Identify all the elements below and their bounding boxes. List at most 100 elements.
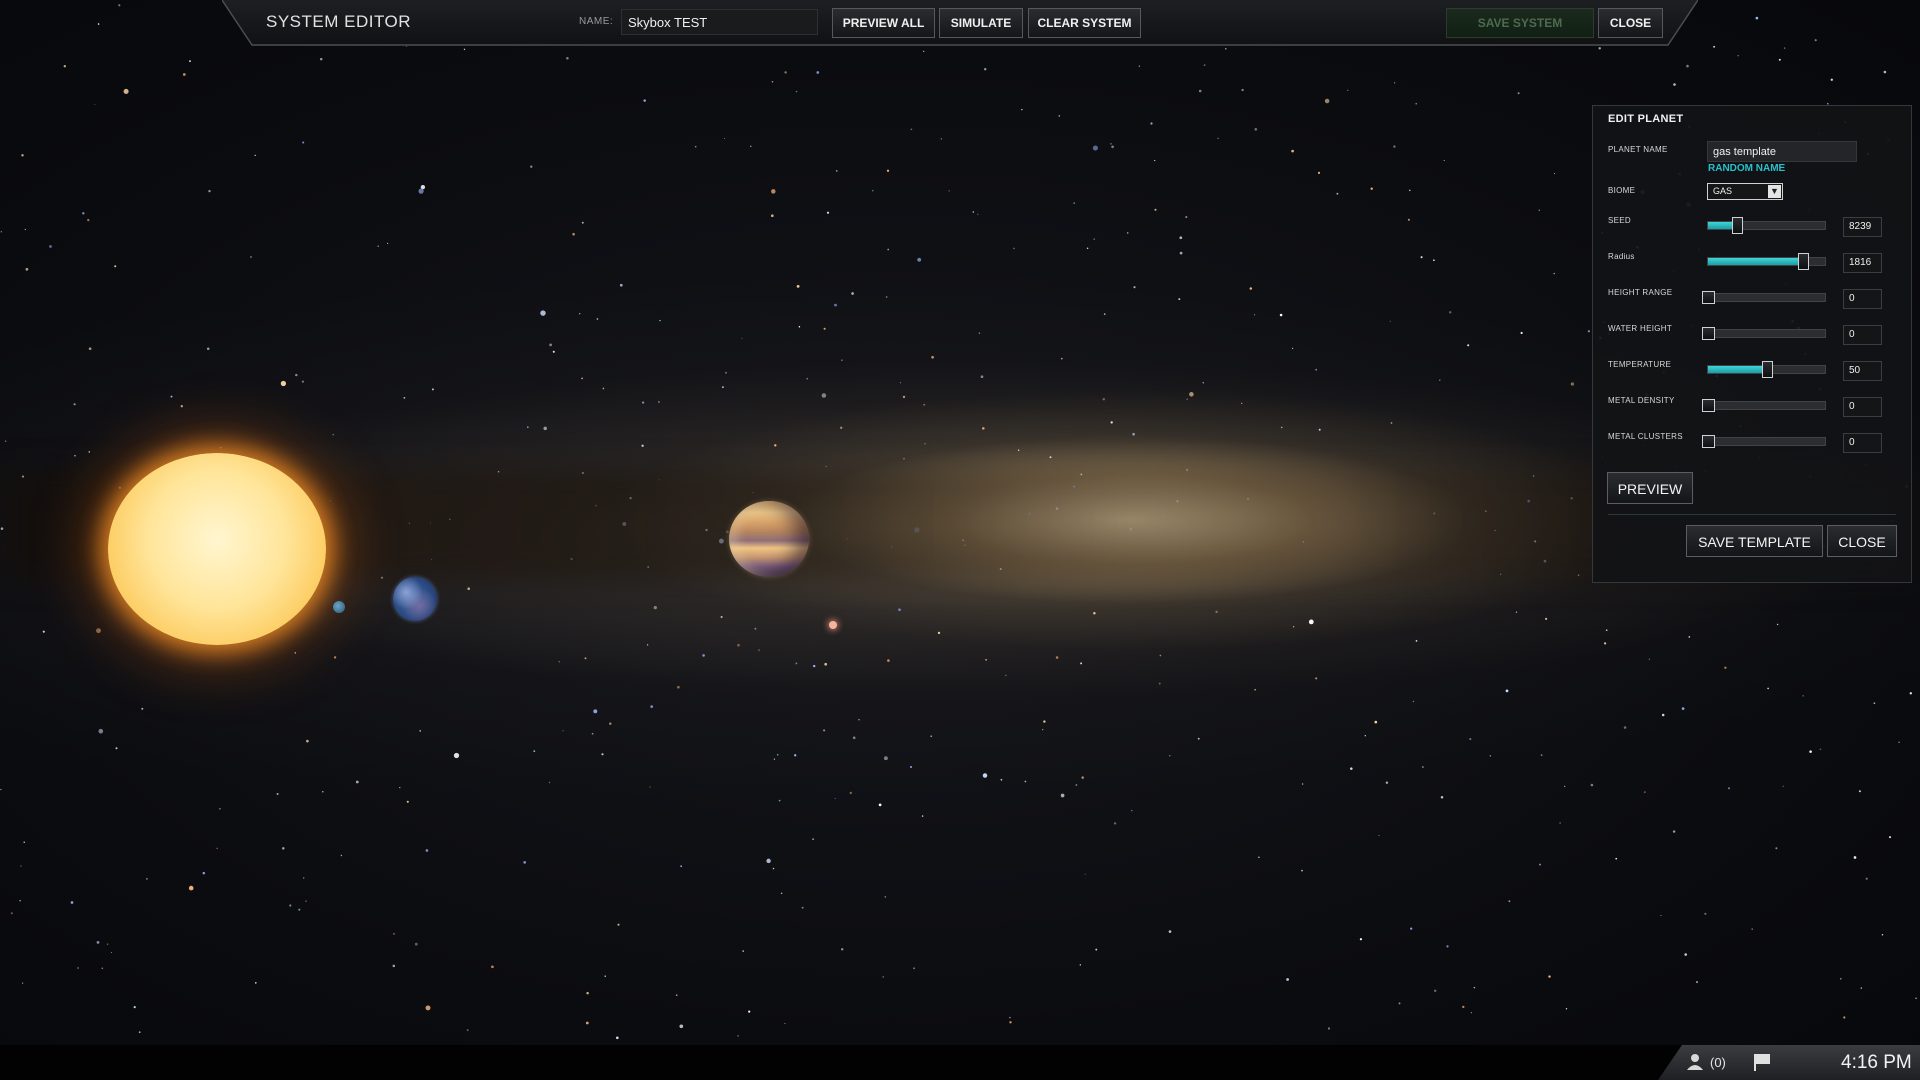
star bbox=[1113, 822, 1117, 825]
star bbox=[1643, 791, 1646, 793]
planet-name-input[interactable] bbox=[1707, 141, 1857, 162]
metal-clusters-slider-handle[interactable] bbox=[1702, 435, 1715, 448]
star bbox=[1660, 915, 1662, 917]
star bbox=[1469, 738, 1472, 741]
star bbox=[1158, 682, 1161, 685]
star bbox=[1110, 143, 1112, 145]
star bbox=[977, 213, 979, 215]
star bbox=[784, 1023, 786, 1025]
star bbox=[1179, 236, 1183, 240]
star bbox=[250, 256, 252, 258]
star bbox=[602, 387, 605, 390]
temperature-value-field[interactable]: 50 bbox=[1843, 361, 1882, 381]
star bbox=[1111, 145, 1114, 149]
star bbox=[1737, 55, 1739, 57]
star bbox=[1520, 331, 1523, 335]
star bbox=[530, 165, 533, 168]
star bbox=[540, 310, 546, 316]
star bbox=[295, 373, 298, 377]
preview-all-button[interactable]: PREVIEW ALL bbox=[832, 8, 935, 38]
water-height-slider-handle[interactable] bbox=[1702, 327, 1715, 340]
simulate-button[interactable]: SIMULATE bbox=[939, 8, 1023, 38]
star bbox=[766, 858, 771, 864]
system-name-input[interactable] bbox=[621, 9, 818, 35]
star bbox=[1883, 70, 1887, 74]
flag-icon[interactable] bbox=[1752, 1052, 1772, 1072]
height-range-slider[interactable] bbox=[1702, 291, 1826, 304]
star bbox=[180, 405, 183, 408]
star bbox=[924, 443, 926, 445]
height-range-slider-handle[interactable] bbox=[1702, 291, 1715, 304]
star bbox=[742, 950, 745, 952]
panel-close-button[interactable]: CLOSE bbox=[1827, 525, 1897, 557]
metal-density-slider-handle[interactable] bbox=[1702, 399, 1715, 412]
star bbox=[796, 285, 800, 288]
radius-slider-handle[interactable] bbox=[1797, 253, 1809, 270]
terrestrial-planet[interactable] bbox=[393, 577, 437, 621]
star bbox=[1126, 232, 1129, 234]
page-title: SYSTEM EDITOR bbox=[266, 12, 412, 31]
user-icon[interactable] bbox=[1685, 1053, 1705, 1071]
save-template-button[interactable]: SAVE TEMPLATE bbox=[1686, 525, 1823, 557]
star bbox=[425, 1005, 431, 1011]
gas-giant-planet[interactable] bbox=[729, 501, 809, 577]
star bbox=[1439, 379, 1441, 381]
star bbox=[289, 904, 292, 907]
radius-value-field[interactable]: 1816 bbox=[1843, 253, 1882, 273]
star bbox=[823, 729, 826, 732]
star bbox=[74, 455, 76, 457]
seed-slider-handle[interactable] bbox=[1732, 217, 1744, 234]
biome-dropdown[interactable]: GAS ▼ bbox=[1707, 183, 1783, 200]
star bbox=[1440, 795, 1444, 799]
star bbox=[1095, 948, 1098, 951]
seed-slider[interactable] bbox=[1707, 217, 1826, 234]
star bbox=[73, 403, 76, 406]
star bbox=[1203, 64, 1206, 66]
temperature-slider-handle[interactable] bbox=[1761, 361, 1773, 378]
seed-value-field[interactable]: 8239 bbox=[1843, 217, 1882, 237]
toolbar-close-button[interactable]: CLOSE bbox=[1598, 8, 1663, 38]
star bbox=[340, 854, 343, 857]
star bbox=[189, 60, 191, 63]
water-height-slider[interactable] bbox=[1702, 327, 1826, 340]
star bbox=[591, 732, 594, 735]
taskbar bbox=[0, 1045, 1920, 1080]
star bbox=[1073, 202, 1076, 204]
star bbox=[294, 652, 296, 654]
star bbox=[1093, 612, 1096, 615]
star bbox=[778, 799, 781, 802]
star bbox=[1467, 344, 1470, 347]
temperature-slider[interactable] bbox=[1707, 361, 1826, 378]
star bbox=[97, 23, 100, 25]
random-name-link[interactable]: RANDOM NAME bbox=[1708, 163, 1785, 174]
save-system-button[interactable]: SAVE SYSTEM bbox=[1446, 8, 1594, 38]
star bbox=[19, 900, 21, 902]
star bbox=[1598, 47, 1601, 50]
metal-density-slider[interactable] bbox=[1702, 399, 1826, 412]
star-sun[interactable] bbox=[108, 453, 326, 645]
metal-clusters-slider[interactable] bbox=[1702, 435, 1826, 448]
water-height-value-field[interactable]: 0 bbox=[1843, 325, 1882, 345]
star bbox=[1420, 256, 1423, 259]
star bbox=[1751, 928, 1753, 930]
height-range-value-field[interactable]: 0 bbox=[1843, 289, 1882, 309]
star bbox=[21, 982, 24, 984]
chevron-down-icon[interactable]: ▼ bbox=[1768, 185, 1781, 198]
star bbox=[1839, 977, 1842, 980]
star bbox=[1778, 58, 1781, 61]
planet-name-label: PLANET NAME bbox=[1608, 145, 1668, 154]
star bbox=[1415, 640, 1418, 642]
star bbox=[903, 458, 905, 460]
metal-clusters-value-field[interactable]: 0 bbox=[1843, 433, 1882, 453]
star bbox=[646, 644, 649, 646]
preview-planet-button[interactable]: PREVIEW bbox=[1607, 472, 1693, 504]
star bbox=[1819, 748, 1822, 751]
temperature-slider-fill bbox=[1708, 366, 1767, 373]
radius-slider[interactable] bbox=[1707, 253, 1826, 270]
metal-density-value-field[interactable]: 0 bbox=[1843, 397, 1882, 417]
star bbox=[1422, 766, 1424, 768]
star bbox=[1433, 989, 1437, 993]
star bbox=[1291, 149, 1294, 153]
clear-system-button[interactable]: CLEAR SYSTEM bbox=[1028, 8, 1141, 38]
small-moon[interactable] bbox=[333, 601, 345, 613]
